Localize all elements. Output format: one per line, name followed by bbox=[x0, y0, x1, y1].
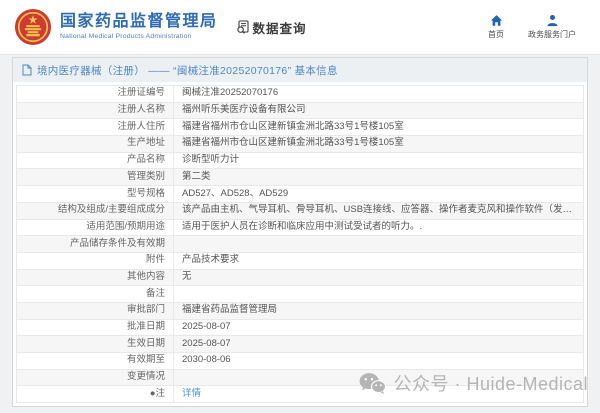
table-row: 生效日期 2025-08-07 bbox=[16, 335, 584, 353]
row-value: 2025-08-07 bbox=[173, 318, 584, 337]
row-label: 产品名称 bbox=[16, 151, 174, 170]
table-row: 生产地址 福建省福州市仓山区建新镇金洲北路33号1号楼105室 bbox=[16, 135, 584, 153]
data-query-label: 数据查询 bbox=[252, 21, 307, 36]
row-value: 详情 bbox=[173, 385, 584, 404]
nav-home-label: 首页 bbox=[488, 30, 504, 39]
row-value: AD527、AD528、AD529 bbox=[173, 185, 584, 203]
table-row: 审批部门 福建省药品监督管理局 bbox=[16, 301, 584, 320]
row-value: 该产品由主机、气导耳机、骨导耳机、USB连接线、应答器、操作者麦克风和操作软件（… bbox=[173, 201, 584, 220]
row-label: 生产地址 bbox=[16, 135, 174, 153]
national-emblem-icon bbox=[14, 8, 52, 46]
table-row: 注册人名称 福州听乐美医疗设备有限公司 bbox=[16, 101, 584, 120]
agency-logo-block[interactable]: 国家药品监督管理局 National Medical Products Admi… bbox=[14, 8, 218, 46]
row-label: 产品储存条件及有效期 bbox=[16, 235, 174, 253]
row-label: 生效日期 bbox=[16, 335, 174, 353]
table-row: 型号规格 AD527、AD528、AD529 bbox=[16, 185, 584, 203]
row-value: 2025-08-07 bbox=[173, 335, 584, 353]
row-value: 适用于医护人员在诊断和临床应用中测试受试者的听力。. bbox=[173, 218, 584, 237]
nav-item-home[interactable]: 首页 bbox=[488, 14, 504, 40]
site-header: 国家药品监督管理局 National Medical Products Admi… bbox=[0, 0, 600, 55]
table-row: 附件 产品技术要求 bbox=[16, 251, 584, 270]
user-icon bbox=[546, 15, 558, 27]
table-row: 结构及组成/主要组成成分 该产品由主机、气导耳机、骨导耳机、USB连接线、应答器… bbox=[16, 201, 584, 220]
top-nav: 首页 政务服务门户 bbox=[488, 14, 586, 40]
breadcrumb: 境内医疗器械（注册） —— “闽械注准20252070176” 基本信息 bbox=[13, 58, 587, 82]
agency-name-zh: 国家药品监督管理局 bbox=[60, 13, 218, 31]
row-label: 注册人住所 bbox=[16, 118, 174, 137]
row-value: 福建省福州市仓山区建新镇金洲北路33号1号楼105室 bbox=[173, 135, 584, 153]
row-label: 注册证编号 bbox=[16, 85, 174, 103]
table-row: ●注 详情 bbox=[16, 385, 584, 404]
row-label: ●注 bbox=[16, 385, 174, 404]
row-label: 附件 bbox=[16, 251, 174, 270]
data-query-tab[interactable]: 数据查询 bbox=[236, 18, 307, 37]
row-value: 第二类 bbox=[173, 168, 584, 187]
row-label: 批准日期 bbox=[16, 318, 174, 337]
row-label: 其他内容 bbox=[16, 268, 174, 287]
table-row: 批准日期 2025-08-07 bbox=[16, 318, 584, 337]
content-wrap: 境内医疗器械（注册） —— “闽械注准20252070176” 基本信息 注册证… bbox=[0, 55, 600, 408]
table-row: 有效期至 2030-08-06 bbox=[16, 352, 584, 370]
row-label: 变更情况 bbox=[16, 368, 174, 387]
row-value: 2030-08-06 bbox=[173, 352, 584, 370]
row-label: 适用范围/预期用途 bbox=[16, 218, 174, 237]
row-label: 审批部门 bbox=[16, 301, 174, 320]
row-value bbox=[173, 235, 584, 253]
row-value bbox=[173, 285, 584, 303]
row-value: 闽械注准20252070176 bbox=[173, 85, 584, 103]
table-row: 变更情况 bbox=[16, 368, 584, 387]
detail-link[interactable]: 详情 bbox=[182, 388, 201, 399]
document-icon bbox=[22, 64, 32, 76]
nav-gov-portal-label: 政务服务门户 bbox=[528, 30, 576, 39]
table-row: 管理类别 第二类 bbox=[16, 168, 584, 187]
agency-title-block: 国家药品监督管理局 National Medical Products Admi… bbox=[60, 13, 218, 40]
info-table-body: 注册证编号 闽械注准20252070176 注册人名称 福州听乐美医疗设备有限公… bbox=[16, 85, 584, 404]
breadcrumb-text: 境内医疗器械（注册） —— “闽械注准20252070176” 基本信息 bbox=[37, 64, 338, 77]
document-search-icon bbox=[236, 20, 249, 34]
row-value: 产品技术要求 bbox=[173, 251, 584, 270]
row-value: 福州听乐美医疗设备有限公司 bbox=[173, 101, 584, 120]
row-label: 型号规格 bbox=[16, 185, 174, 203]
nav-item-gov-portal[interactable]: 政务服务门户 bbox=[528, 14, 576, 40]
info-table: 注册证编号 闽械注准20252070176 注册人名称 福州听乐美医疗设备有限公… bbox=[16, 85, 584, 404]
row-value bbox=[173, 368, 584, 387]
detail-card: 境内医疗器械（注册） —— “闽械注准20252070176” 基本信息 注册证… bbox=[12, 57, 588, 408]
row-label: 注册人名称 bbox=[16, 101, 174, 120]
row-value: 诊断型听力计 bbox=[173, 151, 584, 170]
row-label: 结构及组成/主要组成成分 bbox=[16, 201, 174, 220]
table-row: 注册证编号 闽械注准20252070176 bbox=[16, 85, 584, 103]
table-row: 产品储存条件及有效期 bbox=[16, 235, 584, 253]
agency-name-en: National Medical Products Administration bbox=[60, 33, 192, 41]
row-value: 福建省福州市仓山区建新镇金洲北路33号1号楼105室 bbox=[173, 118, 584, 137]
table-row: 其他内容 无 bbox=[16, 268, 584, 287]
row-label: 管理类别 bbox=[16, 168, 174, 187]
home-icon bbox=[490, 15, 502, 26]
row-value: 无 bbox=[173, 268, 584, 287]
row-value: 福建省药品监督管理局 bbox=[173, 301, 584, 320]
table-row: 备注 bbox=[16, 285, 584, 303]
row-label: 备注 bbox=[16, 285, 174, 303]
table-row: 适用范围/预期用途 适用于医护人员在诊断和临床应用中测试受试者的听力。. bbox=[16, 218, 584, 237]
row-label: 有效期至 bbox=[16, 352, 174, 370]
table-row: 产品名称 诊断型听力计 bbox=[16, 151, 584, 170]
table-row: 注册人住所 福建省福州市仓山区建新镇金洲北路33号1号楼105室 bbox=[16, 118, 584, 137]
